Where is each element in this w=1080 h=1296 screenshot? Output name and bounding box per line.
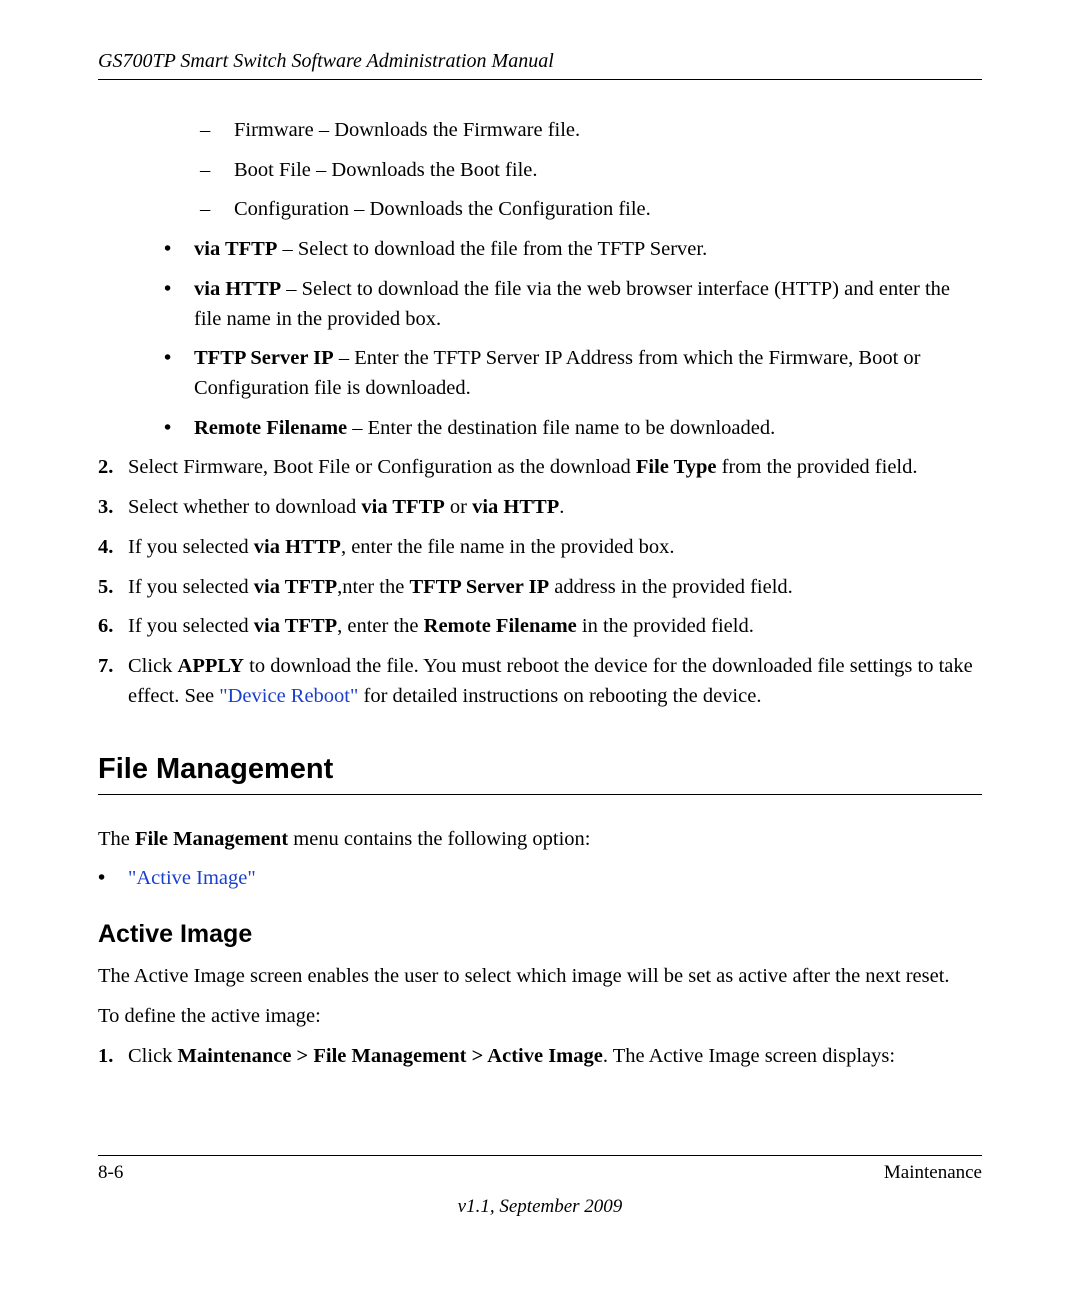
text: menu contains the following option: <box>288 828 590 850</box>
text: Select whether to download <box>128 496 361 518</box>
step-marker: 2. <box>98 453 113 483</box>
continued-list-block: Firmware – Downloads the Firmware file. … <box>128 116 982 443</box>
running-header: GS700TP Smart Switch Software Administra… <box>98 50 982 80</box>
term: Remote Filename <box>424 615 577 637</box>
text: – Enter the destination file name to be … <box>347 417 775 439</box>
list-item: Boot File – Downloads the Boot file. <box>200 156 982 186</box>
text: Click <box>128 655 178 677</box>
list-item: Firmware – Downloads the Firmware file. <box>200 116 982 146</box>
step-6: 6. If you selected via TFTP, enter the R… <box>98 612 982 642</box>
list-item: via TFTP – Select to download the file f… <box>164 235 982 265</box>
term: via HTTP <box>472 496 559 518</box>
text: address in the provided field. <box>549 576 793 598</box>
term: via TFTP <box>194 238 277 260</box>
paragraph: The Active Image screen enables the user… <box>98 962 982 992</box>
step-marker: 7. <box>98 652 113 682</box>
term: via TFTP <box>254 615 337 637</box>
bullet-list: "Active Image" <box>98 864 982 894</box>
body-content: Firmware – Downloads the Firmware file. … <box>98 116 982 1071</box>
term: via TFTP <box>361 496 444 518</box>
step-marker: 4. <box>98 533 113 563</box>
step-marker: 6. <box>98 612 113 642</box>
text: – Select to download the file via the we… <box>194 278 950 330</box>
list-item: Configuration – Downloads the Configurat… <box>200 195 982 225</box>
step-2: 2. Select Firmware, Boot File or Configu… <box>98 453 982 483</box>
bullet-list: via TFTP – Select to download the file f… <box>164 235 982 443</box>
text: Select Firmware, Boot File or Configurat… <box>128 456 636 478</box>
heading-active-image: Active Image <box>98 916 982 952</box>
page: GS700TP Smart Switch Software Administra… <box>0 0 1080 1296</box>
term: TFTP Server IP <box>409 576 549 598</box>
text: If you selected <box>128 576 254 598</box>
text: , enter the <box>337 615 424 637</box>
numbered-steps: 2. Select Firmware, Boot File or Configu… <box>98 453 982 711</box>
step-marker: 5. <box>98 573 113 603</box>
step-marker: 3. <box>98 493 113 523</box>
link-device-reboot[interactable]: "Device Reboot" <box>219 685 358 707</box>
list-item: Remote Filename – Enter the destination … <box>164 414 982 444</box>
step-4: 4. If you selected via HTTP, enter the f… <box>98 533 982 563</box>
paragraph: To define the active image: <box>98 1002 982 1032</box>
text: . The Active Image screen displays: <box>603 1045 895 1067</box>
step-5: 5. If you selected via TFTP,nter the TFT… <box>98 573 982 603</box>
page-number: 8-6 <box>98 1162 123 1184</box>
term: via HTTP <box>254 536 341 558</box>
numbered-steps: 1. Click Maintenance > File Management >… <box>98 1042 982 1072</box>
text: If you selected <box>128 536 254 558</box>
step-1: 1. Click Maintenance > File Management >… <box>98 1042 982 1072</box>
footer-section: Maintenance <box>884 1162 982 1184</box>
text: – Select to download the file from the T… <box>277 238 707 260</box>
dash-list: Firmware – Downloads the Firmware file. … <box>200 116 982 225</box>
text: from the provided field. <box>717 456 918 478</box>
text: . <box>559 496 564 518</box>
text: in the provided field. <box>577 615 754 637</box>
text: If you selected <box>128 615 254 637</box>
term: APPLY <box>178 655 244 677</box>
term: Remote Filename <box>194 417 347 439</box>
text: Click <box>128 1045 178 1067</box>
term: Maintenance > File Management > Active I… <box>178 1045 603 1067</box>
text: for detailed instructions on rebooting t… <box>358 685 761 707</box>
heading-file-management: File Management <box>98 748 982 795</box>
term: via HTTP <box>194 278 281 300</box>
list-item: "Active Image" <box>98 864 982 894</box>
term: File Management <box>135 828 288 850</box>
paragraph: The File Management menu contains the fo… <box>98 825 982 855</box>
term: File Type <box>636 456 717 478</box>
list-item: TFTP Server IP – Enter the TFTP Server I… <box>164 344 982 403</box>
step-marker: 1. <box>98 1042 113 1072</box>
step-7: 7. Click APPLY to download the file. You… <box>98 652 982 711</box>
term: via TFTP <box>254 576 337 598</box>
page-footer: 8-6 Maintenance <box>98 1155 982 1184</box>
list-item: via HTTP – Select to download the file v… <box>164 275 982 334</box>
text: The <box>98 828 135 850</box>
text: ,nter the <box>337 576 409 598</box>
text: , enter the file name in the provided bo… <box>341 536 675 558</box>
text: or <box>445 496 472 518</box>
footer-version: v1.1, September 2009 <box>0 1196 1080 1218</box>
link-active-image[interactable]: "Active Image" <box>128 867 256 889</box>
step-3: 3. Select whether to download via TFTP o… <box>98 493 982 523</box>
term: TFTP Server IP <box>194 347 334 369</box>
